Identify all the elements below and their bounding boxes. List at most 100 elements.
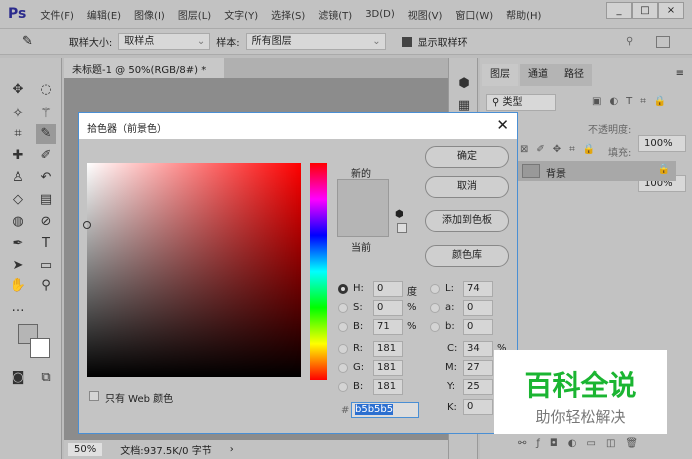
color-field[interactable] xyxy=(83,163,301,377)
lab-b-input[interactable]: 0 xyxy=(463,319,493,335)
menu-3d[interactable]: 3D(D) xyxy=(365,9,395,20)
m-input[interactable]: 27 xyxy=(463,360,493,376)
zoom-level[interactable]: 50% xyxy=(68,443,103,456)
radio-g[interactable] xyxy=(338,363,348,373)
filter-icons[interactable]: ▣◐T⌗🔒 xyxy=(592,96,674,107)
g-label: G: xyxy=(353,362,365,373)
pct-unit: % xyxy=(407,321,417,332)
minimize-button[interactable]: _ xyxy=(606,2,632,19)
sample-select[interactable]: 所有图层 ⌄ xyxy=(245,33,386,50)
workspace-icon[interactable] xyxy=(656,35,670,48)
menu-type[interactable]: 文字(Y) xyxy=(224,7,258,22)
type-tool-icon[interactable]: T xyxy=(36,234,56,254)
color-libraries-button[interactable]: 颜色库 xyxy=(425,245,509,267)
maximize-button[interactable]: □ xyxy=(632,2,658,19)
menu-view[interactable]: 视图(V) xyxy=(408,7,443,22)
document-tab[interactable]: 未标题-1 @ 50%(RGB/8#) * × xyxy=(64,58,224,87)
cancel-button[interactable]: 取消 xyxy=(425,176,509,198)
move-tool-icon[interactable]: ✥ xyxy=(8,80,28,100)
show-ring-checkbox[interactable] xyxy=(401,36,412,47)
screen-mode-icon[interactable]: ⧉ xyxy=(36,368,56,388)
eraser-icon[interactable]: ◇ xyxy=(8,190,28,210)
b-input[interactable]: 71 xyxy=(373,319,403,335)
search-icon[interactable]: ⚲ xyxy=(626,36,633,47)
lock-icons[interactable]: ⊠✐✥⌗🔒 xyxy=(520,144,603,155)
eyedropper-tool-icon[interactable]: ✎ xyxy=(36,124,56,144)
hex-input[interactable]: b5b5b5 xyxy=(351,402,419,418)
pen-icon[interactable]: ✒ xyxy=(8,234,28,254)
radio-l[interactable] xyxy=(430,284,440,294)
radio-lab-b[interactable] xyxy=(430,322,440,332)
panel-menu-icon[interactable]: ≡ xyxy=(676,68,684,79)
watermark: 百科全说 助你轻松解决 xyxy=(494,350,667,434)
gradient-icon[interactable]: ▤ xyxy=(36,190,56,210)
hex-value: b5b5b5 xyxy=(355,404,394,415)
add-to-swatches-button[interactable]: 添加到色板 xyxy=(425,210,509,232)
menu-select[interactable]: 选择(S) xyxy=(271,7,305,22)
radio-b[interactable] xyxy=(338,322,348,332)
lasso-tool-icon[interactable]: ◌ xyxy=(36,80,56,100)
c-input[interactable]: 34 xyxy=(463,341,493,357)
cube-warning-icon[interactable]: ⬢ xyxy=(395,209,404,220)
3d-icon[interactable]: ⬢ xyxy=(454,74,474,94)
menu-layer[interactable]: 图层(L) xyxy=(178,7,211,22)
y-input[interactable]: 25 xyxy=(463,379,493,395)
tab-layers[interactable]: 图层 xyxy=(482,64,518,86)
close-button[interactable]: × xyxy=(658,2,684,19)
stamp-icon[interactable]: ♙ xyxy=(8,168,28,188)
rectangle-icon[interactable]: ▭ xyxy=(36,256,56,276)
a-input[interactable]: 0 xyxy=(463,300,493,316)
ok-button[interactable]: 确定 xyxy=(425,146,509,168)
doc-info[interactable]: 文档:937.5K/0 字节 xyxy=(120,442,211,457)
menu-window[interactable]: 窗口(W) xyxy=(455,7,493,22)
hand-icon[interactable]: ✋ xyxy=(8,276,28,296)
layer-row-background[interactable]: 背景 🔒 xyxy=(518,161,676,181)
color-preview-swatch[interactable] xyxy=(337,179,389,237)
h-input[interactable]: 0 xyxy=(373,281,403,297)
menu-edit[interactable]: 编辑(E) xyxy=(87,7,121,22)
background-color-swatch[interactable] xyxy=(30,338,50,358)
l-input[interactable]: 74 xyxy=(463,281,493,297)
g-input[interactable]: 181 xyxy=(373,360,403,376)
dodge-icon[interactable]: ⊘ xyxy=(36,212,56,232)
web-only-checkbox[interactable] xyxy=(89,391,99,401)
menu-image[interactable]: 图像(I) xyxy=(134,7,165,22)
layer-filter-select[interactable]: ⚲ 类型 xyxy=(486,94,556,111)
brush-icon[interactable]: ✐ xyxy=(36,146,56,166)
radio-r[interactable] xyxy=(338,344,348,354)
tab-channels[interactable]: 通道 xyxy=(520,64,556,86)
s-input[interactable]: 0 xyxy=(373,300,403,316)
color-field-cursor[interactable] xyxy=(83,221,91,229)
more-tools-icon[interactable]: … xyxy=(8,298,28,318)
pct-unit: % xyxy=(407,302,417,313)
radio-s[interactable] xyxy=(338,303,348,313)
menu-file[interactable]: 文件(F) xyxy=(40,7,74,22)
magic-wand-icon[interactable]: ⚚ xyxy=(36,104,56,124)
tab-paths[interactable]: 路径 xyxy=(556,64,592,86)
radio-a[interactable] xyxy=(430,303,440,313)
sample-size-select[interactable]: 取样点 ⌄ xyxy=(118,33,211,50)
close-icon[interactable]: ✕ xyxy=(496,116,509,134)
menu-filter[interactable]: 滤镜(T) xyxy=(318,7,352,22)
crop-tool-icon[interactable]: ⌗ xyxy=(8,124,28,144)
radio-h[interactable] xyxy=(338,284,348,294)
hue-slider[interactable] xyxy=(310,163,327,380)
r-input[interactable]: 181 xyxy=(373,341,403,357)
layer-actions[interactable]: ⚯ƒ◘◐▭◫🗑 xyxy=(518,438,648,449)
blue-input[interactable]: 181 xyxy=(373,379,403,395)
chevron-right-icon[interactable]: › xyxy=(230,444,234,455)
s-label: S: xyxy=(353,302,363,313)
healing-brush-icon[interactable]: ✚ xyxy=(8,146,28,166)
zoom-tool-icon[interactable]: ⚲ xyxy=(36,276,56,296)
eyedropper-icon[interactable]: ✎ xyxy=(22,34,33,49)
blur-icon[interactable]: ◍ xyxy=(8,212,28,232)
opacity-input[interactable]: 100% xyxy=(638,135,686,152)
quick-select-icon[interactable]: ✧ xyxy=(8,104,28,124)
history-brush-icon[interactable]: ↶ xyxy=(36,168,56,188)
menu-help[interactable]: 帮助(H) xyxy=(506,7,541,22)
path-select-icon[interactable]: ➤ xyxy=(8,256,28,276)
quick-mask-icon[interactable]: ◙ xyxy=(8,368,28,388)
radio-b2[interactable] xyxy=(338,382,348,392)
web-safe-swatch[interactable] xyxy=(397,223,407,233)
k-input[interactable]: 0 xyxy=(463,399,493,415)
